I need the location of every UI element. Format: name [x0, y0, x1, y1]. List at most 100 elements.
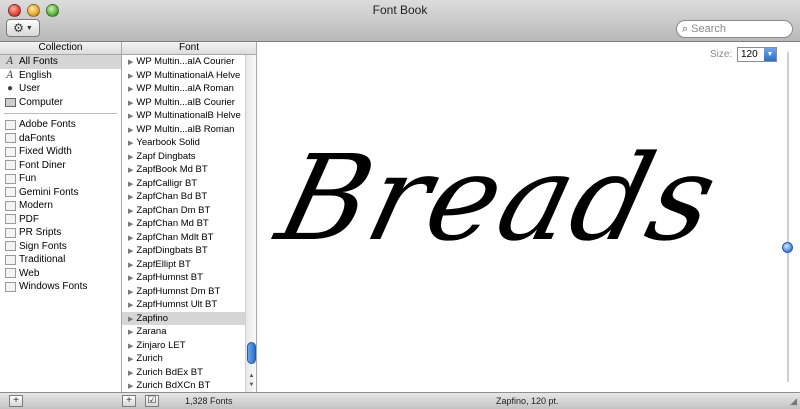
collection-item[interactable]: Font Diner: [0, 159, 121, 173]
disclosure-triangle-icon[interactable]: ▶: [128, 302, 133, 309]
collection-item-label: Web: [19, 267, 40, 279]
font-family-label: Zapf Dingbats: [136, 150, 196, 162]
scroll-arrows[interactable]: ▲ ▼: [246, 372, 256, 392]
collection-item[interactable]: Sign Fonts: [0, 240, 121, 254]
collection-item-label: Traditional: [19, 254, 66, 265]
font-family-item[interactable]: ▶ ZapfChan Mdlt BT: [122, 231, 245, 245]
window-toolbar: Font Book ⚙ ▼ ⌕: [0, 0, 800, 42]
font-family-item[interactable]: ▶ ZapfCalligr BT: [122, 177, 245, 191]
enable-font-button[interactable]: ☑: [145, 395, 159, 407]
font-family-item[interactable]: ▶ ZapfChan Dm BT: [122, 204, 245, 218]
font-family-item[interactable]: ▶ ZapfHumnst Ult BT: [122, 298, 245, 312]
font-family-item[interactable]: ▶ ZapfChan Bd BT: [122, 190, 245, 204]
collection-item[interactable]: daFonts: [0, 132, 121, 146]
font-family-label: WP MultinationalB Helve: [136, 110, 241, 121]
size-select[interactable]: 120 ▼: [737, 47, 777, 62]
size-label: Size:: [710, 49, 733, 60]
disclosure-triangle-icon[interactable]: ▶: [128, 262, 133, 269]
disclosure-triangle-icon[interactable]: ▶: [128, 73, 133, 80]
search-input[interactable]: [691, 23, 782, 35]
collection-item[interactable]: Fixed Width: [0, 145, 121, 159]
font-family-item[interactable]: ▶ WP Multin...alB Courier: [122, 96, 245, 110]
collection-item[interactable]: Gemini Fonts: [0, 186, 121, 200]
font-family-item[interactable]: ▶ ZapfHumnst BT: [122, 271, 245, 285]
font-family-item[interactable]: ▶ Zurich BdXCn BT: [122, 379, 245, 392]
font-list-scrollbar[interactable]: ▲ ▼: [245, 55, 256, 392]
disclosure-triangle-icon[interactable]: ▶: [128, 86, 133, 93]
font-icon: A: [6, 69, 14, 81]
font-family-item[interactable]: ▶ ZapfBook Md BT: [122, 163, 245, 177]
font-family-item[interactable]: ▶ Zinjaro LET: [122, 339, 245, 353]
action-menu-button[interactable]: ⚙ ▼: [6, 19, 40, 37]
disclosure-triangle-icon[interactable]: ▶: [128, 221, 133, 228]
font-family-item[interactable]: ▶ ZapfDingbats BT: [122, 244, 245, 258]
font-family-item[interactable]: ▶ WP MultinationalB Helve: [122, 109, 245, 123]
font-family-item[interactable]: ▶ Zurich: [122, 352, 245, 366]
disclosure-triangle-icon[interactable]: ▶: [128, 289, 133, 296]
collection-item[interactable]: PDF: [0, 213, 121, 227]
disclosure-triangle-icon[interactable]: ▶: [128, 140, 133, 147]
add-collection-button[interactable]: +: [9, 395, 23, 407]
font-list: ▶ WP Multin...alA Courier ▶ WP Multinationa…: [122, 55, 245, 392]
disclosure-triangle-icon[interactable]: ▶: [128, 329, 133, 336]
collection-item[interactable]: Fun: [0, 172, 121, 186]
disclosure-triangle-icon[interactable]: ▶: [128, 59, 133, 66]
font-family-label: WP MultinationalA Helve: [136, 69, 241, 81]
collection-icon: [5, 254, 16, 265]
collection-item-label: Font Diner: [19, 159, 66, 171]
font-family-item[interactable]: ▶ Zarana: [122, 325, 245, 339]
search-field[interactable]: ⌕: [676, 20, 793, 38]
disclosure-triangle-icon[interactable]: ▶: [128, 275, 133, 282]
font-family-item[interactable]: ▶ Zurich BdEx BT: [122, 366, 245, 380]
font-family-item[interactable]: ▶ WP Multin...alB Roman: [122, 123, 245, 137]
collection-list: A All Fonts A English ● User Computer Adobe Fo…: [0, 55, 122, 392]
disclosure-triangle-icon[interactable]: ▶: [128, 154, 133, 161]
disclosure-triangle-icon[interactable]: ▶: [128, 356, 133, 363]
font-family-label: Zarana: [136, 326, 167, 337]
disclosure-triangle-icon[interactable]: ▶: [128, 383, 133, 390]
disclosure-triangle-icon[interactable]: ▶: [128, 248, 133, 255]
collection-item[interactable]: ● User: [0, 82, 121, 96]
collection-item[interactable]: Traditional: [0, 253, 121, 267]
font-family-item[interactable]: ▶ Zapfino: [122, 311, 245, 325]
collection-item[interactable]: A All Fonts: [0, 55, 121, 69]
font-family-item[interactable]: ▶ WP Multin...alA Roman: [122, 82, 245, 96]
collection-column-header[interactable]: Collection: [0, 42, 122, 55]
collection-item[interactable]: Computer: [0, 96, 121, 110]
font-family-item[interactable]: ▶ ZapfChan Md BT: [122, 217, 245, 231]
font-family-label: ZapfChan Mdlt BT: [136, 231, 214, 243]
size-slider-track[interactable]: [787, 52, 789, 382]
font-family-item[interactable]: ▶ Yearbook Solid: [122, 136, 245, 150]
disclosure-triangle-icon[interactable]: ▶: [128, 235, 133, 242]
font-family-item[interactable]: ▶ WP MultinationalA Helve: [122, 69, 245, 83]
size-value: 120: [741, 49, 758, 60]
collection-item[interactable]: Modern: [0, 199, 121, 213]
disclosure-triangle-icon[interactable]: ▶: [128, 208, 133, 215]
font-family-label: ZapfBook Md BT: [136, 164, 208, 175]
collection-item[interactable]: PR Sripts: [0, 226, 121, 240]
resize-grip-icon[interactable]: ◢: [790, 396, 797, 407]
disclosure-triangle-icon[interactable]: ▶: [128, 167, 133, 174]
collection-item[interactable]: A English: [0, 69, 121, 83]
font-family-item[interactable]: ▶ ZapfEllipt BT: [122, 258, 245, 272]
disclosure-triangle-icon[interactable]: ▶: [128, 181, 133, 188]
font-family-item[interactable]: ▶ Zapf Dingbats: [122, 150, 245, 164]
font-family-item[interactable]: ▶ ZapfHumnst Dm BT: [122, 285, 245, 299]
add-font-button[interactable]: +: [122, 395, 136, 407]
disclosure-triangle-icon[interactable]: ▶: [128, 370, 133, 377]
disclosure-triangle-icon[interactable]: ▶: [128, 127, 133, 134]
disclosure-triangle-icon[interactable]: ▶: [128, 343, 133, 350]
font-family-label: ZapfDingbats BT: [136, 245, 208, 256]
disclosure-triangle-icon[interactable]: ▶: [128, 113, 133, 120]
disclosure-triangle-icon[interactable]: ▶: [128, 194, 133, 201]
font-family-item[interactable]: ▶ WP Multin...alA Courier: [122, 55, 245, 69]
disclosure-triangle-icon[interactable]: ▶: [128, 316, 133, 323]
size-slider-knob[interactable]: [782, 242, 793, 253]
font-column-header[interactable]: Font: [122, 42, 257, 55]
disclosure-triangle-icon[interactable]: ▶: [128, 100, 133, 107]
collection-item[interactable]: Windows Fonts: [0, 280, 121, 294]
scrollbar-thumb[interactable]: [247, 342, 256, 364]
collection-item[interactable]: Adobe Fonts: [0, 118, 121, 132]
collection-item[interactable]: Web: [0, 267, 121, 281]
collection-icon: [5, 227, 16, 238]
